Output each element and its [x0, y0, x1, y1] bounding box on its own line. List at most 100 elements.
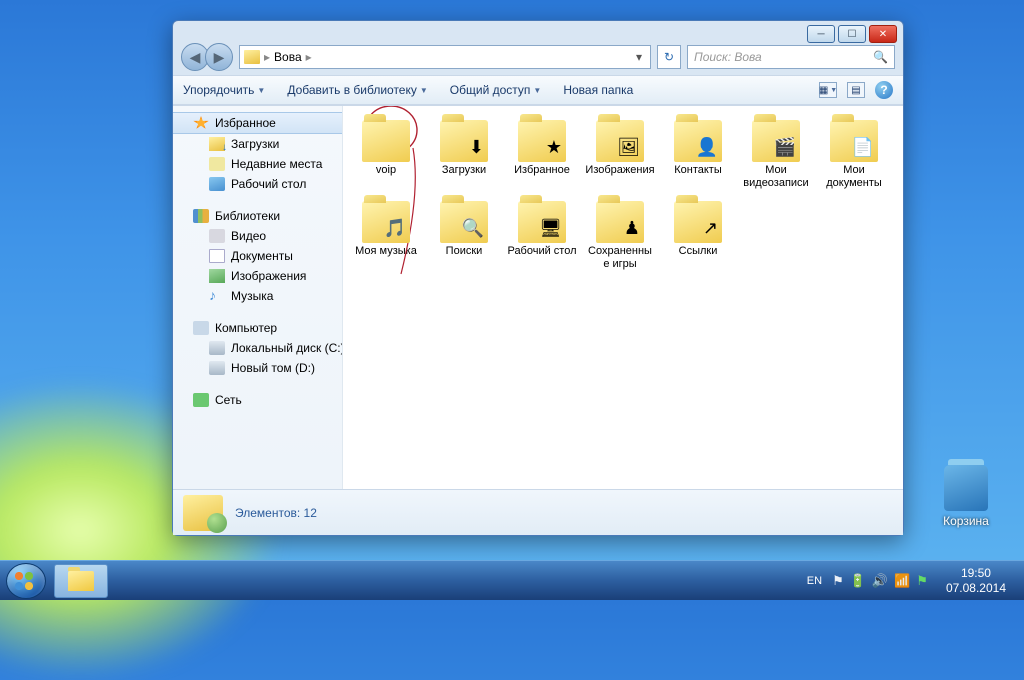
folder-item[interactable]: 🖥Рабочий стол: [505, 197, 579, 274]
refresh-button[interactable]: ↻: [657, 45, 681, 69]
overlay-icon: 🎬: [774, 137, 796, 158]
folder-item[interactable]: ♟ Сохраненные игры: [583, 197, 657, 274]
folder-icon: ♟: [596, 201, 644, 243]
recycle-bin-icon: [944, 465, 988, 511]
folder-item[interactable]: 🔍 Поиски: [427, 197, 501, 274]
overlay-icon: 📄: [852, 137, 874, 158]
overlay-icon: ↗: [703, 218, 718, 239]
help-button[interactable]: ?: [875, 81, 893, 99]
overlay-icon: ♟: [624, 218, 640, 239]
recent-icon: [209, 157, 225, 171]
sidebar-item-drive-c[interactable]: Локальный диск (C:): [173, 338, 342, 358]
folder-icon: 🖼: [596, 120, 644, 162]
folder-icon: 🎵: [362, 201, 410, 243]
close-button[interactable]: ✕: [869, 25, 897, 43]
folder-label: Сохраненные игры: [585, 245, 655, 270]
nav-forward-button[interactable]: ▶: [205, 43, 233, 71]
status-text: Элементов: 12: [235, 506, 317, 520]
window-titlebar[interactable]: ─ ☐ ✕: [173, 21, 903, 43]
address-bar[interactable]: ▸ Вова ▸ ▾: [239, 45, 651, 69]
folder-label: Мои документы: [819, 164, 889, 189]
address-dropdown-icon[interactable]: ▾: [632, 50, 646, 64]
start-button[interactable]: [6, 563, 46, 599]
folder-item[interactable]: voip: [349, 116, 423, 193]
downloads-icon: [209, 137, 225, 151]
folder-label: Поиски: [429, 245, 499, 258]
organize-menu[interactable]: Упорядочить▼: [183, 83, 265, 97]
folder-item[interactable]: 🎬 Мои видеозаписи: [739, 116, 813, 193]
preview-pane-button[interactable]: ▤: [847, 82, 865, 98]
tray-security-icon[interactable]: ⚑: [916, 573, 928, 589]
overlay-icon: 👤: [696, 137, 718, 158]
desktop-recycle-bin[interactable]: Корзина: [936, 465, 996, 528]
search-input[interactable]: Поиск: Вова 🔍: [687, 45, 895, 69]
breadcrumb-sep: ▸: [306, 50, 312, 64]
folder-icon: ⬇: [440, 120, 488, 162]
drive-icon: [209, 341, 225, 355]
explorer-body: Избранное Загрузки Недавние места Рабочи…: [173, 105, 903, 489]
folder-label: Мои видеозаписи: [741, 164, 811, 189]
sidebar-item-pictures[interactable]: Изображения: [173, 266, 342, 286]
overlay-icon: 🖼: [617, 137, 640, 158]
sidebar-libraries-head[interactable]: Библиотеки: [173, 206, 342, 226]
sidebar-item-drive-d[interactable]: Новый том (D:): [173, 358, 342, 378]
folder-icon: 🔍: [440, 201, 488, 243]
sidebar-item-videos[interactable]: Видео: [173, 226, 342, 246]
details-thumb-icon: [183, 495, 223, 531]
folder-icon: 🎬: [752, 120, 800, 162]
clock-date: 07.08.2014: [946, 581, 1006, 595]
folder-label: Моя музыка: [351, 245, 421, 258]
explorer-window: ─ ☐ ✕ ◀ ▶ ▸ Вова ▸ ▾ ↻ Поиск: Вова 🔍 Упо…: [172, 20, 904, 536]
folder-icon: [68, 571, 94, 591]
libraries-icon: [193, 209, 209, 223]
sidebar-network-head[interactable]: Сеть: [173, 390, 342, 410]
details-pane: Элементов: 12: [173, 489, 903, 535]
folder-label: Контакты: [663, 164, 733, 177]
folder-item[interactable]: 🎵 Моя музыка: [349, 197, 423, 274]
maximize-button[interactable]: ☐: [838, 25, 866, 43]
tray-flag-icon[interactable]: ⚑: [832, 573, 844, 589]
folder-item[interactable]: ★Избранное: [505, 116, 579, 193]
folder-label: Избранное: [507, 164, 577, 177]
music-icon: ♪: [209, 289, 225, 303]
content-pane[interactable]: voip ⬇ Загрузки ★Избранное🖼Изображения 👤 Конт…: [343, 106, 903, 489]
taskbar-app-explorer[interactable]: [54, 564, 108, 598]
folder-icon: [244, 50, 260, 64]
breadcrumb-sep: ▸: [264, 50, 270, 64]
address-row: ◀ ▶ ▸ Вова ▸ ▾ ↻ Поиск: Вова 🔍: [173, 43, 903, 75]
folder-item[interactable]: 🖼Изображения: [583, 116, 657, 193]
star-icon: [193, 116, 209, 130]
sidebar-item-downloads[interactable]: Загрузки: [173, 134, 342, 154]
sidebar-item-recent[interactable]: Недавние места: [173, 154, 342, 174]
language-indicator[interactable]: EN: [807, 575, 822, 587]
view-options-button[interactable]: ▦▼: [819, 82, 837, 98]
folder-item[interactable]: ↗Ссылки: [661, 197, 735, 274]
folder-icon: 🖥: [518, 201, 566, 243]
navigation-pane: Избранное Загрузки Недавние места Рабочи…: [173, 106, 343, 489]
folder-icon: [362, 120, 410, 162]
folder-label: voip: [351, 164, 421, 177]
tray-network-icon[interactable]: 📶: [894, 573, 910, 589]
sidebar-item-music[interactable]: ♪Музыка: [173, 286, 342, 306]
folder-label: Загрузки: [429, 164, 499, 177]
taskbar-clock[interactable]: 19:50 07.08.2014: [938, 566, 1014, 595]
clock-time: 19:50: [946, 566, 1006, 580]
network-icon: [193, 393, 209, 407]
include-menu[interactable]: Добавить в библиотеку▼: [287, 83, 427, 97]
folder-item[interactable]: 📄 Мои документы: [817, 116, 891, 193]
minimize-button[interactable]: ─: [807, 25, 835, 43]
sidebar-computer-head[interactable]: Компьютер: [173, 318, 342, 338]
share-menu[interactable]: Общий доступ▼: [450, 83, 542, 97]
new-folder-button[interactable]: Новая папка: [563, 83, 633, 97]
folder-item[interactable]: 👤 Контакты: [661, 116, 735, 193]
sidebar-item-desktop[interactable]: Рабочий стол: [173, 174, 342, 194]
folder-item[interactable]: ⬇ Загрузки: [427, 116, 501, 193]
sidebar-favorites-head[interactable]: Избранное: [173, 112, 342, 134]
document-icon: [209, 249, 225, 263]
breadcrumb-root[interactable]: Вова: [274, 50, 302, 64]
overlay-icon: ⬇: [469, 137, 484, 158]
sidebar-item-documents[interactable]: Документы: [173, 246, 342, 266]
tray-volume-icon[interactable]: 🔊: [872, 573, 888, 589]
tray-battery-icon[interactable]: 🔋: [850, 573, 866, 589]
folder-icon: ↗: [674, 201, 722, 243]
